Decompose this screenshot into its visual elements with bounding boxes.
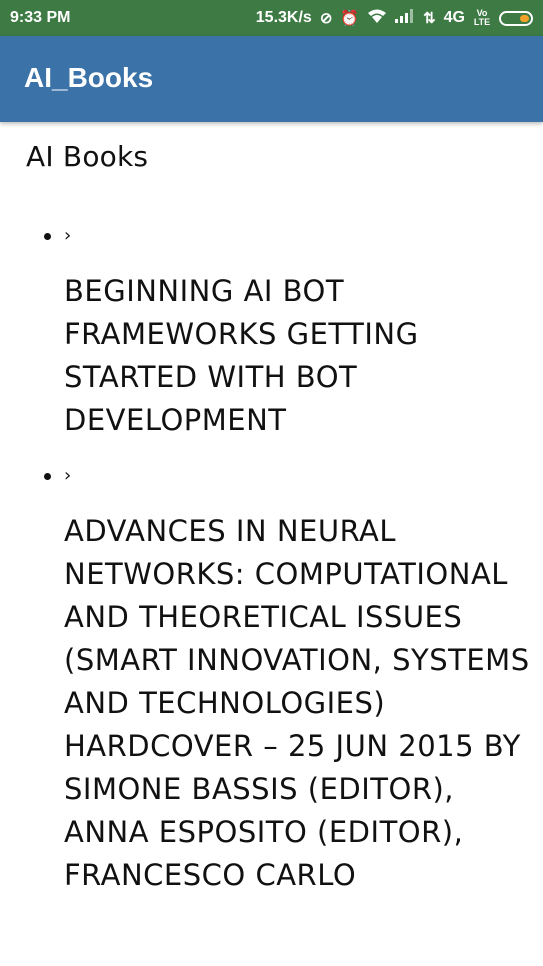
app-title: AI_Books: [24, 62, 154, 93]
signal-icon: [395, 9, 415, 27]
lte-badge: Vo LTE: [473, 8, 491, 27]
network-speed: 15.3K/s: [255, 9, 312, 26]
network-type: 4G: [443, 9, 465, 26]
status-time: 9:33 PM: [10, 9, 71, 26]
status-bar: 9:33 PM 15.3K/s ⊘ ⏰ ⇅ 4G Vo LTE: [0, 0, 543, 36]
page-title: AI Books: [26, 140, 149, 173]
wifi-icon: [367, 8, 387, 28]
book-list: › Beginning AI Bot Frameworks Getting St…: [0, 222, 543, 917]
chevron-right-icon[interactable]: ›: [64, 462, 543, 490]
book-title[interactable]: Advances in Neural Networks: Computation…: [64, 510, 534, 897]
book-title[interactable]: Beginning AI Bot Frameworks Getting Star…: [64, 270, 534, 442]
data-arrows-icon: ⇅: [423, 10, 436, 27]
list-item[interactable]: › Beginning AI Bot Frameworks Getting St…: [0, 222, 543, 442]
bullet-icon: [44, 473, 51, 480]
chevron-right-icon[interactable]: ›: [64, 222, 543, 250]
list-item[interactable]: › Advances in Neural Networks: Computati…: [0, 462, 543, 897]
app-bar: AI_Books: [0, 36, 543, 122]
battery-icon: [499, 10, 533, 26]
sync-off-icon: ⊘: [319, 10, 333, 27]
alarm-icon: ⏰: [340, 10, 360, 27]
status-icons: 15.3K/s ⊘ ⏰ ⇅ 4G Vo LTE: [256, 8, 533, 28]
bullet-icon: [44, 233, 51, 240]
